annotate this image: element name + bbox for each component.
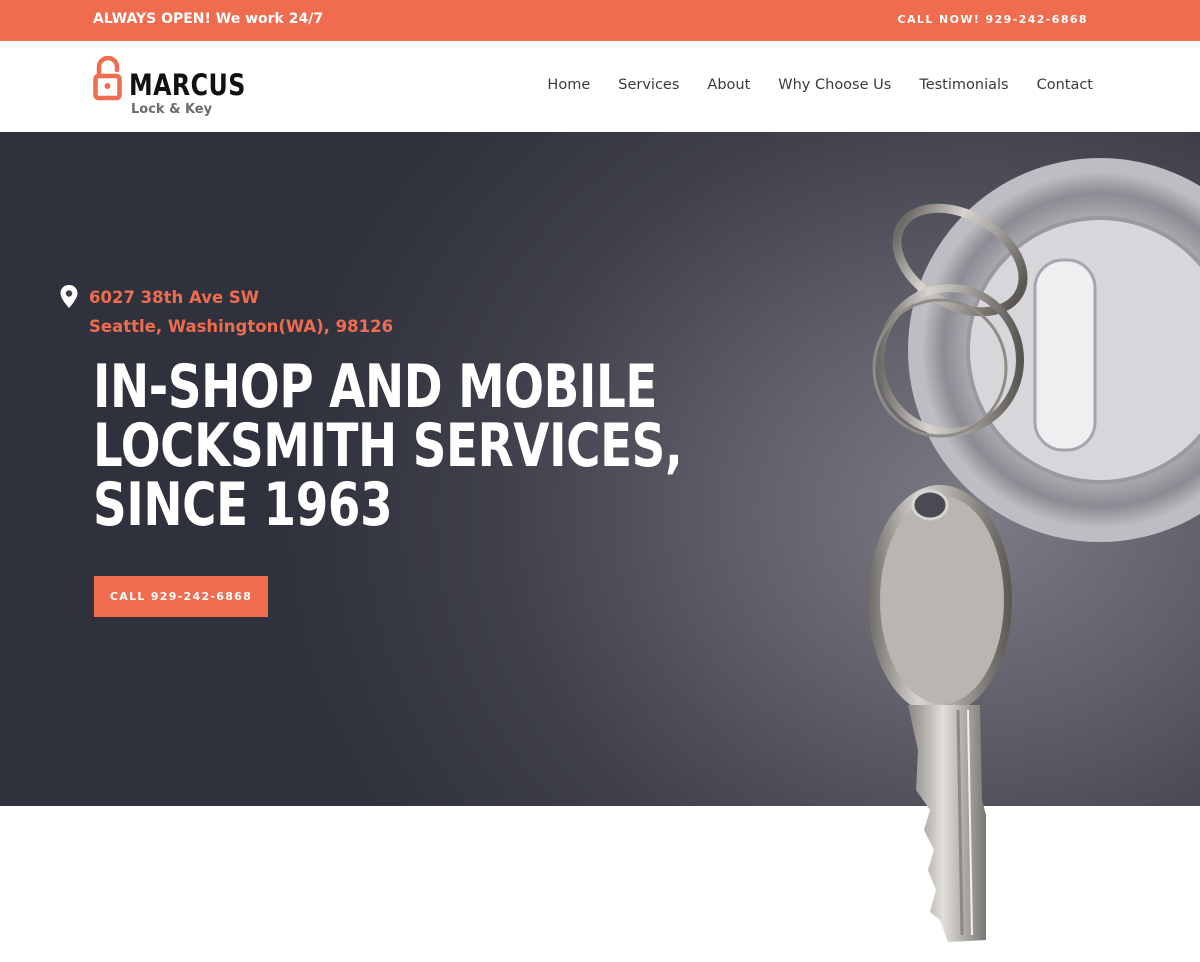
location-pin-icon: [60, 285, 78, 308]
call-now-link[interactable]: CALL NOW! 929-242-6868: [898, 13, 1088, 26]
nav-about[interactable]: About: [707, 77, 750, 93]
headline-line-1: IN-SHOP AND MOBILE: [93, 352, 658, 422]
brand-subtitle: Lock & Key: [131, 102, 213, 117]
brand-name: MARCUS: [129, 68, 246, 102]
address-line-2: Seattle, Washington(WA), 98126: [89, 317, 394, 336]
main-nav: Home Services About Why Choose Us Testim…: [547, 77, 1093, 93]
open-hours-tagline: ALWAYS OPEN! We work 24/7: [93, 11, 324, 27]
headline-line-3: SINCE 1963: [93, 470, 393, 540]
site-header: MARCUS Lock & Key Home Services About Wh…: [0, 41, 1200, 132]
nav-services[interactable]: Services: [618, 77, 679, 93]
hero-headline: IN-SHOP AND MOBILE LOCKSMITH SERVICES, S…: [93, 352, 683, 540]
open-padlock-icon: [93, 56, 122, 101]
nav-testimonials[interactable]: Testimonials: [919, 77, 1008, 93]
nav-why-choose-us[interactable]: Why Choose Us: [778, 77, 891, 93]
nav-home[interactable]: Home: [547, 77, 590, 93]
site-logo[interactable]: MARCUS Lock & Key: [93, 56, 246, 120]
headline-line-2: LOCKSMITH SERVICES,: [93, 411, 683, 481]
key-in-lock-image: [868, 158, 1200, 942]
top-bar: ALWAYS OPEN! We work 24/7 CALL NOW! 929-…: [0, 0, 1200, 41]
hero-call-button[interactable]: CALL 929-242-6868: [94, 576, 268, 617]
nav-contact[interactable]: Contact: [1037, 77, 1093, 93]
address-line-1: 6027 38th Ave SW: [89, 288, 259, 307]
